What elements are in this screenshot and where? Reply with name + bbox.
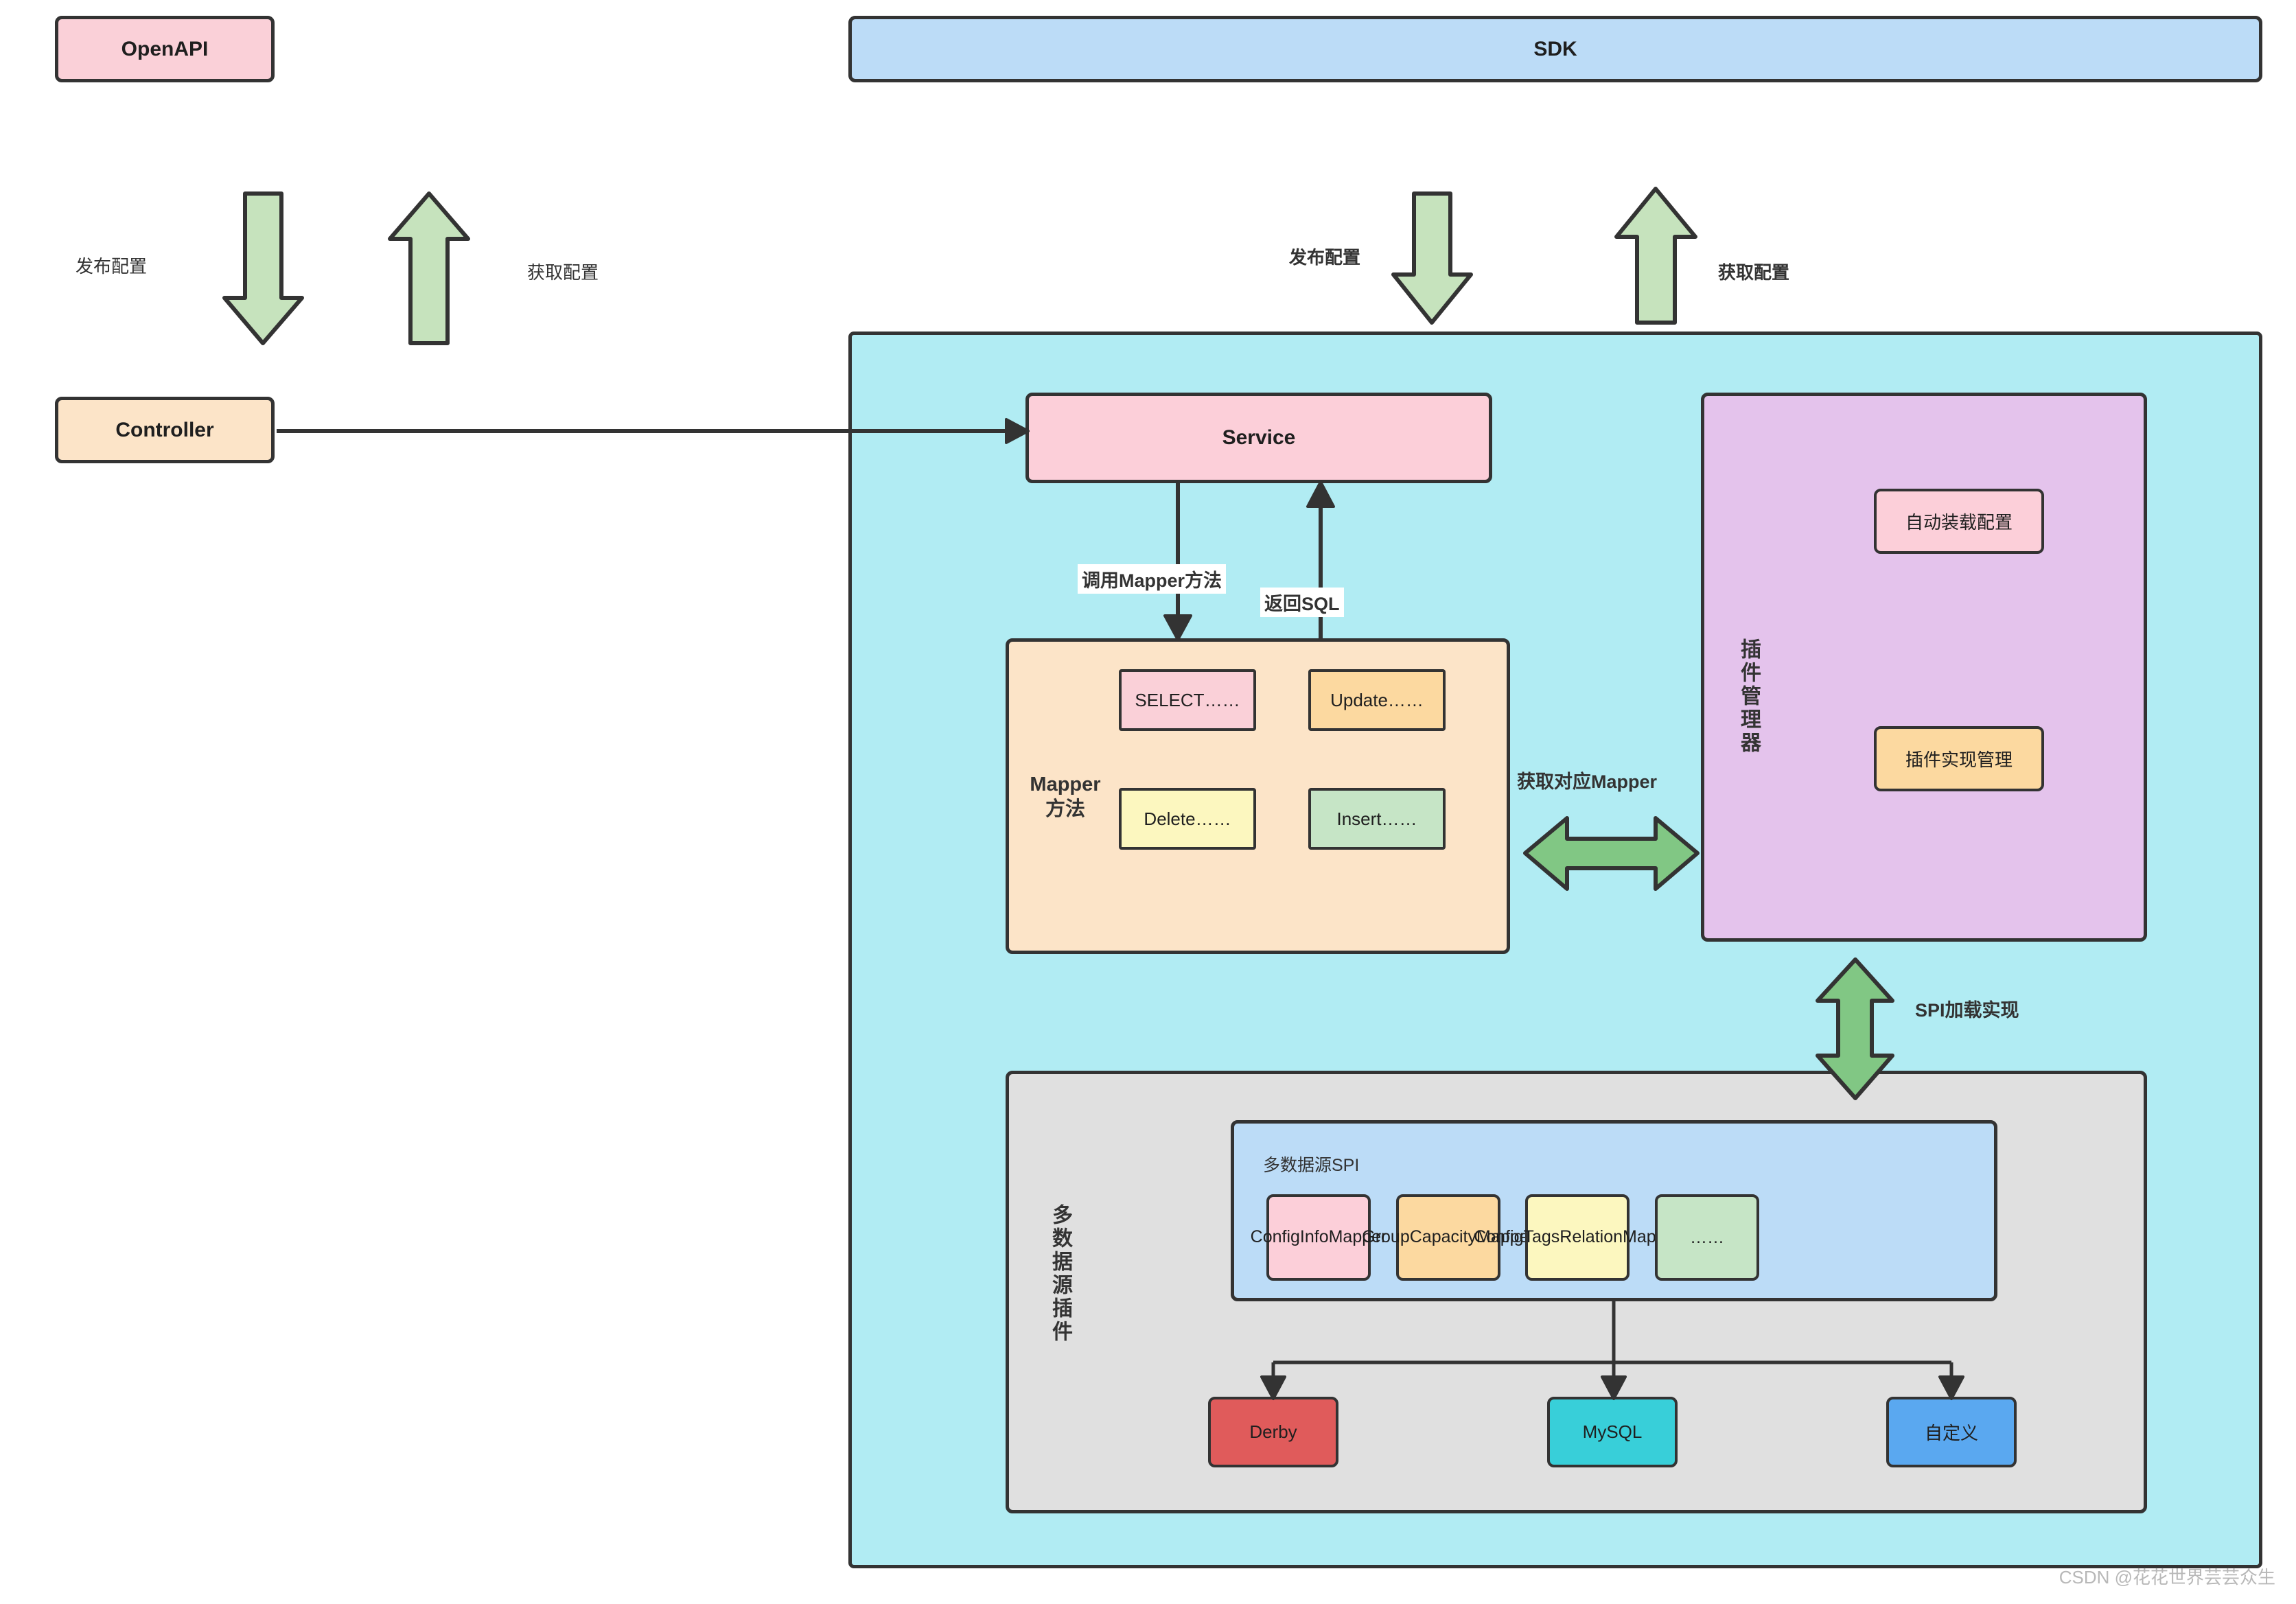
arrow-openapi-fetch	[388, 191, 470, 345]
spi-title-text: 多数据源SPI	[1263, 1156, 1360, 1175]
mapper-method-insert[interactable]: Insert……	[1308, 788, 1446, 850]
mapper-method-delete[interactable]: Delete……	[1119, 788, 1256, 850]
plugin-manager	[1701, 393, 2147, 942]
watermark: CSDN @花花世界芸芸众生	[2059, 1564, 2275, 1589]
node-controller[interactable]: Controller	[55, 397, 275, 463]
mapper-method-insert-label: Insert……	[1336, 808, 1417, 829]
diagram-canvas: OpenAPI SDK Controller Service Mapper 方法…	[0, 0, 2296, 1604]
spi-mapper-configtagsrelation[interactable]: ConfigTagsRelationMapper	[1474, 1194, 1681, 1281]
mapper-method-select-label: SELECT……	[1135, 689, 1240, 710]
watermark-text: CSDN @花花世界芸芸众生	[2059, 1567, 2275, 1588]
mapper-group-label: Mapper 方法	[1024, 772, 1106, 822]
label-call-mapper: 调用Mapper方法	[1078, 564, 1227, 594]
datasource-plugin-label: 多数据源插件	[1045, 1204, 1075, 1344]
arrow-openapi-publish	[222, 191, 304, 345]
label-spi-load: SPI加载实现	[1915, 995, 2019, 1022]
node-sdk-label: SDK	[1533, 37, 1577, 60]
node-controller-label: Controller	[115, 418, 214, 441]
label-sdk-fetch-text: 获取配置	[1718, 262, 1790, 283]
spi-title: 多数据源SPI	[1263, 1152, 1359, 1176]
label-return-sql: 返回SQL	[1260, 588, 1344, 617]
mapper-method-delete-label: Delete……	[1144, 808, 1231, 829]
label-call-mapper-text: 调用Mapper方法	[1082, 570, 1222, 591]
plugin-impl-manage[interactable]: 插件实现管理	[1874, 726, 2044, 791]
node-openapi[interactable]: OpenAPI	[55, 16, 275, 82]
plugin-auto-load-config-label: 自动装载配置	[1905, 512, 2013, 533]
mapper-method-select[interactable]: SELECT……	[1119, 669, 1256, 731]
label-sdk-publish: 发布配置	[1289, 244, 1360, 269]
spi-mapper-more-label: ……	[1690, 1227, 1724, 1247]
label-openapi-fetch: 获取配置	[527, 259, 599, 284]
plugin-manager-label-text: 插件管理器	[1737, 638, 1760, 755]
spi-mapper-configtagsrelation-label: ConfigTagsRelationMapper	[1474, 1227, 1681, 1247]
plugin-manager-label: 插件管理器	[1733, 638, 1763, 755]
node-sdk[interactable]: SDK	[848, 16, 2262, 82]
mapper-method-update[interactable]: Update……	[1308, 669, 1446, 731]
mapper-method-update-label: Update……	[1330, 689, 1424, 710]
label-sdk-fetch: 获取配置	[1718, 259, 1789, 284]
label-return-sql-text: 返回SQL	[1264, 594, 1340, 614]
label-spi-load-text: SPI加载实现	[1915, 1000, 2019, 1021]
node-service-label: Service	[1222, 426, 1296, 449]
node-openapi-label: OpenAPI	[121, 37, 209, 60]
label-sdk-publish-text: 发布配置	[1289, 247, 1361, 268]
arrow-sdk-publish	[1391, 191, 1473, 325]
plugin-impl-manage-label: 插件实现管理	[1905, 749, 2013, 770]
node-service[interactable]: Service	[1025, 393, 1492, 483]
db-custom[interactable]: 自定义	[1886, 1397, 2017, 1467]
db-derby[interactable]: Derby	[1208, 1397, 1338, 1467]
db-custom-label: 自定义	[1924, 1423, 1978, 1443]
datasource-plugin-label-text: 多数据源插件	[1049, 1204, 1071, 1344]
mapper-group-label-line1: Mapper	[1030, 774, 1101, 795]
label-openapi-fetch-text: 获取配置	[527, 262, 599, 283]
label-openapi-publish: 发布配置	[76, 253, 147, 278]
label-get-mapper-text: 获取对应Mapper	[1517, 771, 1658, 792]
db-mysql[interactable]: MySQL	[1547, 1397, 1678, 1467]
db-mysql-label: MySQL	[1582, 1421, 1643, 1442]
spi-mapper-configinfo[interactable]: ConfigInfoMapper	[1251, 1194, 1387, 1281]
label-openapi-publish-text: 发布配置	[76, 256, 148, 277]
mapper-group-label-line2: 方法	[1045, 798, 1085, 821]
label-get-mapper: 获取对应Mapper	[1517, 767, 1657, 793]
db-derby-label: Derby	[1249, 1421, 1297, 1442]
spi-mapper-more[interactable]: ……	[1655, 1194, 1759, 1281]
arrow-sdk-fetch	[1614, 187, 1697, 325]
plugin-auto-load-config[interactable]: 自动装载配置	[1874, 489, 2044, 554]
